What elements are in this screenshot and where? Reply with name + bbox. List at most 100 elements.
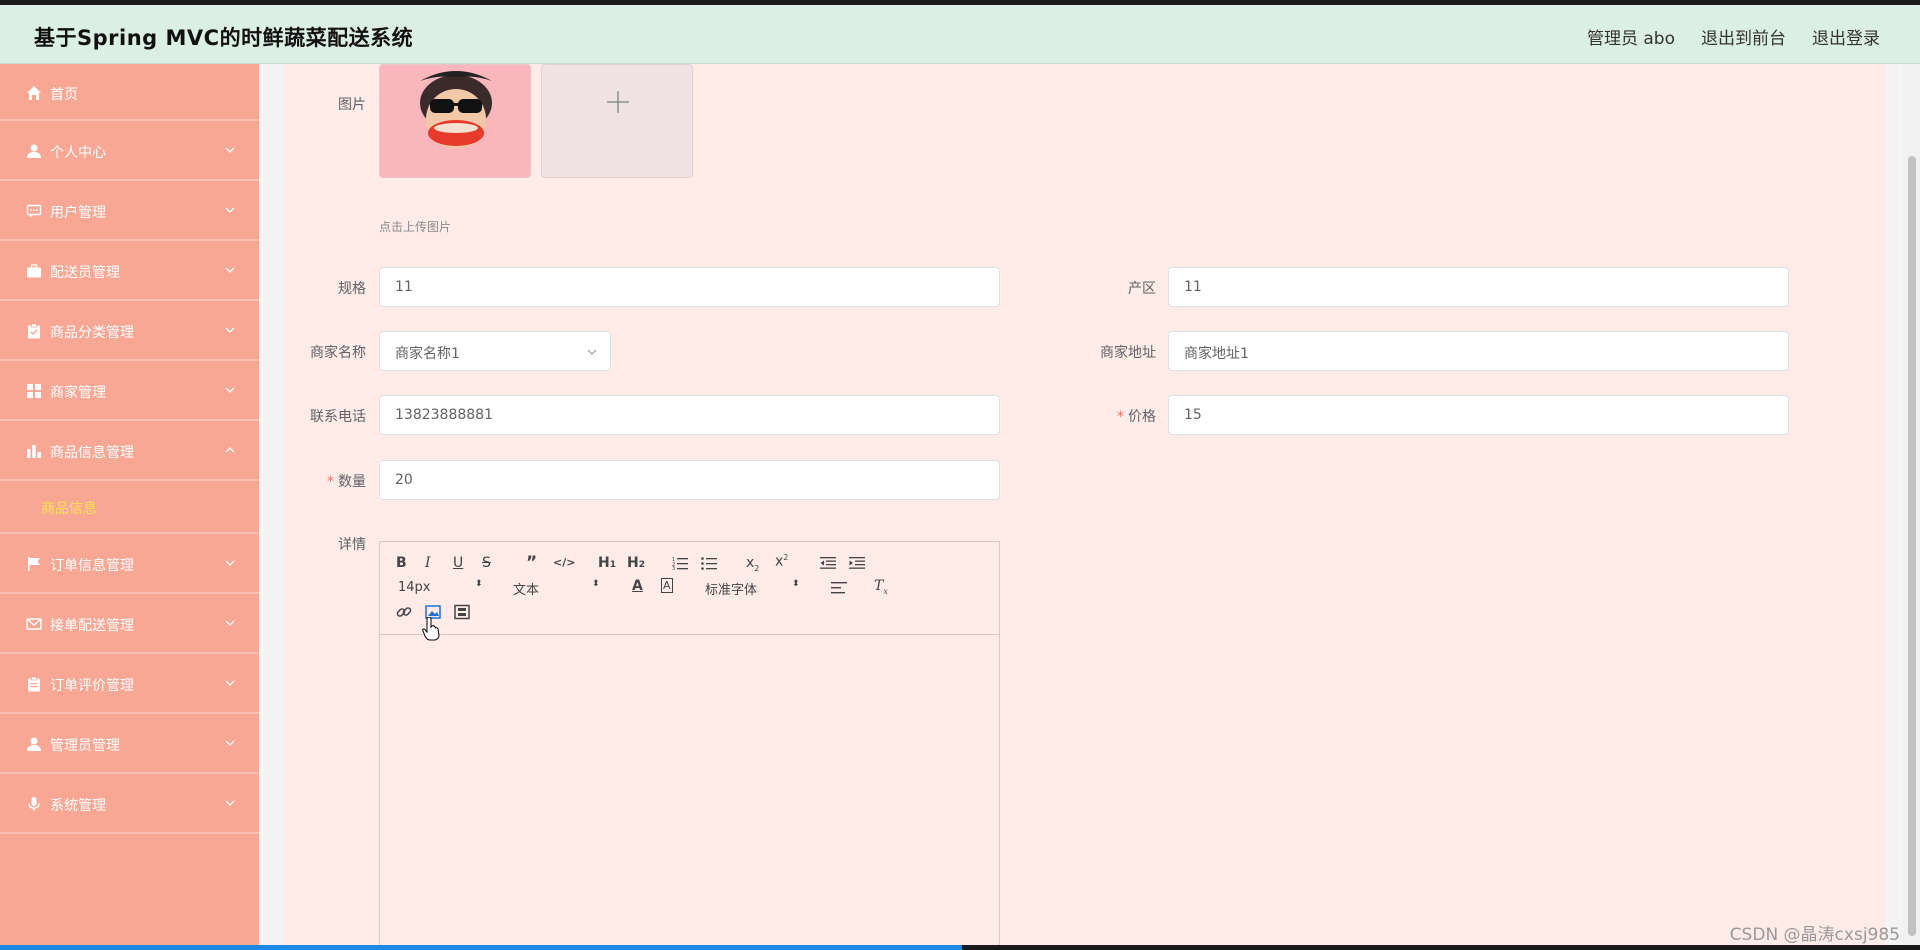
sidebar-item-label: 商家管理 [50,385,106,401]
chevron-down-icon [225,267,235,273]
progress-indicator [0,945,962,950]
top-header: 基于Spring MVC的时鲜蔬菜配送系统 管理员 abo 退出到前台 退出登录 [0,5,1920,64]
editor-toolbar: B I U S ” </> H1 H2 123 x2 x2 14px ⬍ 文本 … [380,542,999,635]
picker-arrows-icon: ⬍ [792,579,800,589]
merchant-name-value: 商家名称1 [395,346,460,362]
sidebar-item-personal-center[interactable]: 个人中心 [0,121,259,181]
chevron-down-icon [225,740,235,746]
sidebar-item-order-management[interactable]: 订单信息管理 [0,534,259,594]
sidebar-item-delivery-management[interactable]: 接单配送管理 [0,594,259,654]
required-asterisk: * [327,474,334,490]
chevron-down-icon [225,620,235,626]
ordered-list-icon[interactable]: 123 [672,556,688,570]
outdent-icon[interactable] [820,556,836,570]
bold-button[interactable]: B [396,555,407,571]
image-label: 图片 [338,97,366,113]
price-label-wrap: * 价格 [1066,406,1156,426]
logout-link[interactable]: 退出登录 [1812,24,1880,49]
spec-label: 规格 [338,281,366,297]
hand-cursor-icon [422,617,440,641]
picker-arrows-icon: ⬍ [475,579,483,589]
merchant-name-label: 商家名称 [310,345,366,361]
watermark: CSDN @晶涛cxsj985 [1729,925,1900,945]
font-color-button[interactable]: A [632,578,643,594]
underline-button[interactable]: U [453,555,463,571]
blockquote-button[interactable]: ” [526,553,537,573]
chevron-down-icon [225,560,235,566]
superscript-button[interactable]: x2 [775,553,788,570]
chevron-down-icon [225,680,235,686]
submenu-label[interactable]: 商品信息 [41,498,97,518]
chevron-down-icon [225,207,235,213]
chevron-down-icon [225,387,235,393]
add-image-button[interactable] [541,64,693,178]
sidebar-item-label: 个人中心 [50,145,106,161]
mic-icon [28,797,40,811]
sidebar-item-product-management[interactable]: 商品信息管理 [0,421,259,481]
align-left-icon[interactable] [831,581,847,595]
rich-text-editor: B I U S ” </> H1 H2 123 x2 x2 14px ⬍ 文本 … [379,541,1000,950]
mail-icon [26,618,42,630]
price-input[interactable]: 15 [1168,395,1789,435]
sidebar-item-category-management[interactable]: 商品分类管理 [0,301,259,361]
merchant-name-select[interactable]: 商家名称1 [379,331,611,371]
font-family-picker[interactable]: 标准字体 [705,579,757,598]
italic-button[interactable]: I [425,555,431,571]
sidebar-item-label: 用户管理 [50,205,106,221]
phone-label: 联系电话 [310,409,366,425]
sidebar-item-admin-management[interactable]: 管理员管理 [0,714,259,774]
detail-label: 详情 [338,537,366,553]
video-icon[interactable] [454,604,470,620]
sidebar-item-user-management[interactable]: 用户管理 [0,181,259,241]
clipboard-check-icon [28,323,40,339]
clipboard-icon [28,676,40,692]
phone-input[interactable]: 13823888881 [379,395,1000,435]
bullet-list-icon[interactable] [701,556,717,570]
header-picker[interactable]: 文本 [513,579,539,598]
subscript-button[interactable]: x2 [746,555,759,573]
quantity-label-wrap: * 数量 [276,471,366,491]
quantity-input[interactable]: 20 [379,460,1000,500]
sidebar-item-home[interactable]: 首页 [0,64,259,121]
sidebar-item-courier-management[interactable]: 配送员管理 [0,241,259,301]
user-icon [27,144,41,158]
chevron-down-icon [225,147,235,153]
indent-icon[interactable] [849,556,865,570]
user-icon [27,737,41,751]
price-label: 价格 [1128,409,1156,425]
link-icon[interactable] [396,604,412,620]
spec-input[interactable]: 11 [379,267,1000,307]
sidebar-item-review-management[interactable]: 订单评价管理 [0,654,259,714]
h2-button[interactable]: H2 [627,555,645,571]
page-scrollbar-thumb[interactable] [1908,156,1916,936]
current-user: 管理员 abo [1586,29,1675,49]
h1-button[interactable]: H1 [598,555,616,571]
chevron-down-icon [587,349,597,355]
svg-text:3: 3 [672,566,675,570]
sidebar-item-system-management[interactable]: 系统管理 [0,774,259,834]
code-block-button[interactable]: </> [553,556,575,569]
sidebar-item-label: 商品信息管理 [50,445,134,461]
strikethrough-button[interactable]: S [482,555,491,571]
origin-input[interactable]: 11 [1168,267,1789,307]
chevron-up-icon [225,447,235,453]
sidebar-item-merchant-management[interactable]: 商家管理 [0,361,259,421]
sidebar-item-label: 订单信息管理 [50,558,134,574]
font-size-picker[interactable]: 14px [398,580,431,595]
picker-arrows-icon: ⬍ [592,579,600,589]
sidebar-item-label: 首页 [50,87,78,103]
merchant-address-input[interactable]: 商家地址1 [1168,331,1789,371]
bar-chart-icon [27,445,41,458]
merchant-address-label: 商家地址 [1100,345,1156,361]
product-image-thumbnail[interactable] [379,64,531,178]
header-actions: 管理员 abo 退出到前台 退出登录 [1587,24,1880,49]
background-color-button[interactable]: A [661,578,673,593]
to-front-link[interactable]: 退出到前台 [1701,24,1786,49]
sidebar-item-label: 系统管理 [50,798,106,814]
app-title: 基于Spring MVC的时鲜蔬菜配送系统 [34,26,414,50]
required-asterisk: * [1117,409,1124,425]
editor-content-area[interactable] [380,636,999,949]
upload-hint: 点击上传图片 [379,220,452,234]
clear-format-button[interactable]: Tx [874,578,888,596]
chevron-down-icon [225,327,235,333]
